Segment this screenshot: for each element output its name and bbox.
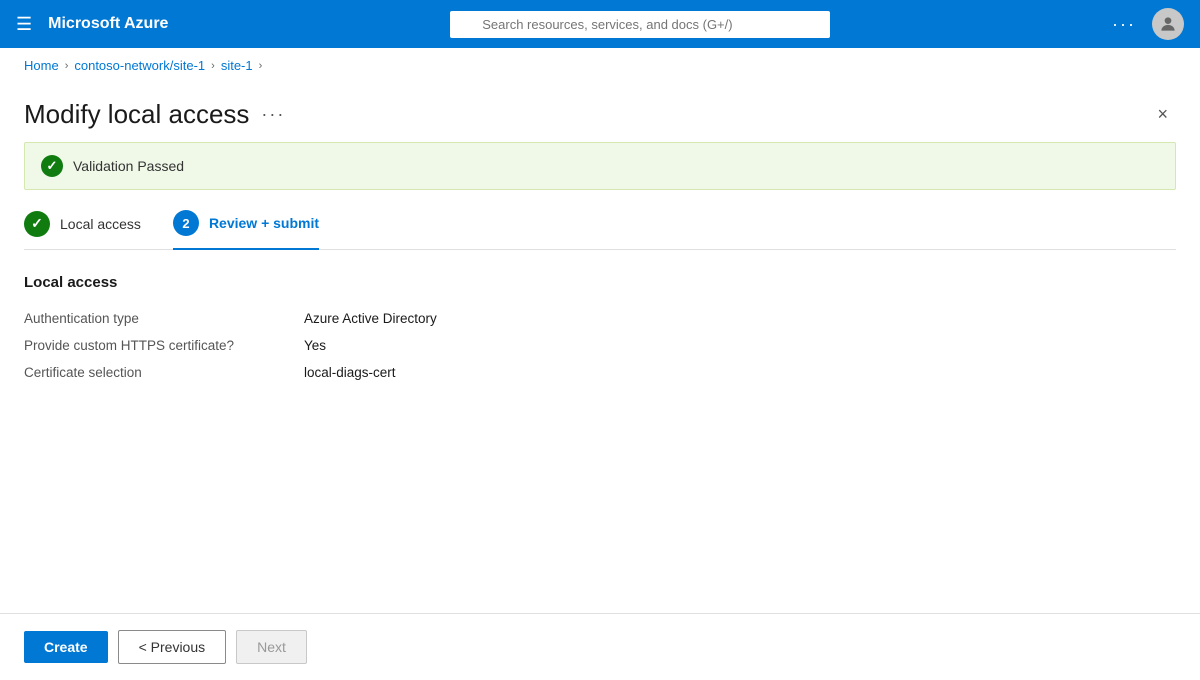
- avatar-icon: [1158, 14, 1178, 34]
- step2-number: 2: [173, 210, 199, 236]
- page-options-icon[interactable]: ···: [261, 104, 285, 125]
- table-row: Provide custom HTTPS certificate? Yes: [24, 332, 1176, 359]
- azure-logo: Microsoft Azure: [48, 15, 168, 33]
- step2-label: Review + submit: [209, 215, 319, 231]
- search-wrapper: 🔍: [450, 11, 830, 38]
- breadcrumb-site[interactable]: site-1: [221, 58, 253, 73]
- field-value-cert-sel: local-diags-cert: [304, 359, 1176, 386]
- breadcrumb-sep-3: ›: [259, 60, 263, 72]
- field-value-auth: Azure Active Directory: [304, 305, 1176, 332]
- breadcrumb-sep-2: ›: [211, 60, 215, 72]
- page-header: Modify local access ··· ×: [24, 83, 1176, 142]
- main-content: Modify local access ··· × Validation Pas…: [0, 83, 1200, 613]
- search-input[interactable]: [450, 11, 830, 38]
- step1-complete-icon: [24, 211, 50, 237]
- validation-text: Validation Passed: [73, 158, 184, 174]
- create-button[interactable]: Create: [24, 631, 108, 663]
- review-section-title: Local access: [24, 274, 1176, 291]
- breadcrumb-home[interactable]: Home: [24, 58, 59, 73]
- table-row: Authentication type Azure Active Directo…: [24, 305, 1176, 332]
- previous-button[interactable]: < Previous: [118, 630, 227, 664]
- breadcrumb-network[interactable]: contoso-network/site-1: [74, 58, 205, 73]
- page-title-row: Modify local access ···: [24, 99, 285, 130]
- field-value-cert: Yes: [304, 332, 1176, 359]
- topbar: ☰ Microsoft Azure 🔍 ···: [0, 0, 1200, 48]
- topbar-more-icon[interactable]: ···: [1112, 14, 1136, 35]
- tab-review-submit[interactable]: 2 Review + submit: [173, 210, 319, 250]
- tab-local-access[interactable]: Local access: [24, 211, 141, 249]
- step1-label: Local access: [60, 216, 141, 232]
- breadcrumb: Home › contoso-network/site-1 › site-1 ›: [0, 48, 1200, 83]
- hamburger-icon[interactable]: ☰: [16, 14, 32, 35]
- field-label-cert-sel: Certificate selection: [24, 359, 304, 386]
- close-button[interactable]: ×: [1149, 100, 1176, 129]
- validation-banner: Validation Passed: [24, 142, 1176, 190]
- footer: Create < Previous Next: [0, 613, 1200, 680]
- review-field-table: Authentication type Azure Active Directo…: [24, 305, 1176, 386]
- avatar[interactable]: [1152, 8, 1184, 40]
- field-label-auth: Authentication type: [24, 305, 304, 332]
- review-content: Local access Authentication type Azure A…: [24, 274, 1176, 613]
- topbar-actions: ···: [1112, 8, 1184, 40]
- next-button: Next: [236, 630, 307, 664]
- table-row: Certificate selection local-diags-cert: [24, 359, 1176, 386]
- page-title: Modify local access: [24, 99, 249, 130]
- step-tabs: Local access 2 Review + submit: [24, 210, 1176, 250]
- breadcrumb-sep-1: ›: [65, 60, 69, 72]
- field-label-cert: Provide custom HTTPS certificate?: [24, 332, 304, 359]
- validation-check-icon: [41, 155, 63, 177]
